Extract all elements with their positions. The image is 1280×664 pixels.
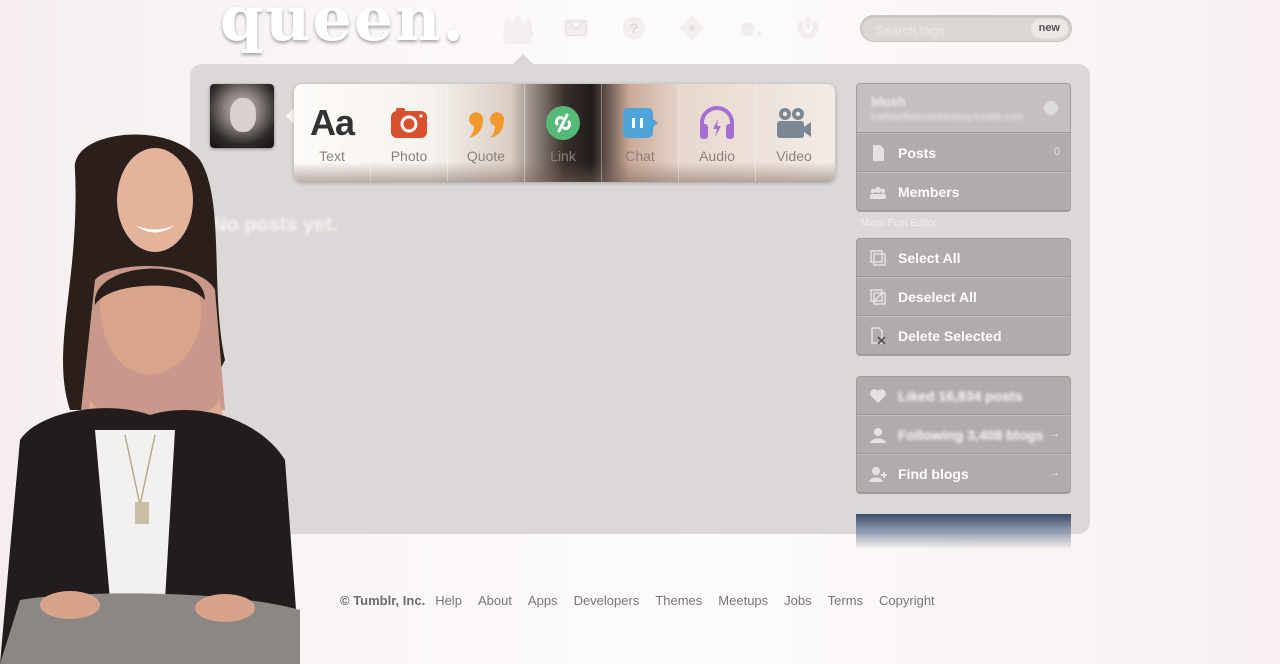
sidebar-item-label: Members (898, 184, 960, 200)
post-type-label: Link (550, 148, 576, 164)
edit-icon[interactable]: e (732, 10, 768, 46)
footer-link-apps[interactable]: Apps (528, 593, 558, 608)
delete-selected-icon (869, 327, 887, 345)
footer-link-themes[interactable]: Themes (655, 593, 702, 608)
top-nav: ? e (500, 10, 826, 46)
post-type-label: Quote (466, 148, 506, 164)
sidebar-item-likes[interactable]: Liked 16,834 posts (857, 377, 1070, 415)
footer-link-copyright[interactable]: Copyright (879, 593, 935, 608)
post-type-audio[interactable]: Audio (679, 84, 756, 182)
post-type-chat[interactable]: Chat (602, 84, 679, 182)
footer-link-help[interactable]: Help (435, 593, 462, 608)
sidebar: blush kathnielforeverthestory.tumblr.com… (856, 83, 1071, 550)
sidebar-item-label: Deselect All (898, 289, 977, 305)
post-type-bar: Aa Text Photo Quote Link Chat Audio Vide… (294, 84, 835, 182)
post-type-text[interactable]: Aa Text (294, 84, 371, 182)
sidebar-item-label: Liked 16,834 posts (898, 388, 1023, 404)
post-type-label: Video (776, 148, 812, 164)
post-type-video[interactable]: Video (756, 84, 832, 182)
gear-icon[interactable] (674, 10, 710, 46)
delete-selected-button[interactable]: Delete Selected (857, 316, 1070, 355)
sidebar-item-label: Posts (898, 145, 937, 161)
help-icon[interactable]: ? (616, 10, 652, 46)
footer-link-about[interactable]: About (478, 593, 512, 608)
sidebar-item-label: Select All (898, 250, 961, 266)
sidebar-item-label: Following 3,408 blogs (898, 427, 1044, 443)
blog-logo[interactable]: queen. (220, 0, 466, 55)
mass-post-editor-caption: Mass Post Editor (861, 218, 937, 229)
new-badge[interactable]: new (1030, 19, 1068, 38)
posts-count: 0 (1053, 146, 1060, 158)
footer-link-meetups[interactable]: Meetups (718, 593, 768, 608)
mail-icon[interactable] (558, 10, 594, 46)
arrow-icon: → (1049, 428, 1060, 440)
account-menu: Liked 16,834 posts Following 3,408 blogs… (856, 376, 1071, 494)
footer-link-jobs[interactable]: Jobs (784, 593, 811, 608)
text-icon: Aa (309, 102, 355, 143)
background-photo (0, 130, 300, 664)
user-icon (869, 426, 887, 444)
video-camera-icon (775, 104, 813, 142)
members-icon (869, 183, 887, 201)
sidebar-banner[interactable] (856, 514, 1071, 550)
deselect-all-button[interactable]: Deselect All (857, 277, 1070, 316)
select-all-icon (869, 249, 887, 267)
post-type-link[interactable]: Link (525, 84, 602, 182)
camera-icon (390, 104, 428, 142)
chat-icon (621, 104, 659, 142)
nav-pointer (513, 54, 533, 64)
post-type-label: Photo (390, 148, 428, 164)
sidebar-item-label: Delete Selected (898, 328, 1002, 344)
footer-link-terms[interactable]: Terms (828, 593, 863, 608)
sidebar-item-following[interactable]: Following 3,408 blogs → (857, 415, 1070, 454)
blog-name: blush (871, 94, 906, 109)
heart-icon (869, 387, 887, 405)
mass-post-editor-menu: Select All Deselect All Delete Selected (856, 238, 1071, 356)
svg-text:?: ? (630, 20, 639, 36)
post-type-label: Audio (699, 148, 735, 164)
sidebar-item-members[interactable]: Members (857, 172, 1070, 211)
add-user-icon (869, 465, 887, 483)
document-icon (869, 144, 887, 162)
select-all-button[interactable]: Select All (857, 239, 1070, 277)
link-icon (545, 104, 581, 142)
blog-settings-icon[interactable] (1044, 101, 1058, 115)
blog-header[interactable]: blush kathnielforeverthestory.tumblr.com (857, 84, 1070, 133)
sidebar-item-posts[interactable]: Posts 0 (857, 133, 1070, 172)
copyright-text: © Tumblr, Inc. (340, 593, 426, 608)
post-type-label: Text (319, 148, 345, 164)
footer-link-developers[interactable]: Developers (574, 593, 640, 608)
post-type-label: Chat (625, 148, 655, 164)
arrow-icon: → (1049, 467, 1060, 479)
sidebar-item-label: Find blogs (898, 466, 969, 482)
blog-menu: blush kathnielforeverthestory.tumblr.com… (856, 83, 1071, 212)
svg-text:e: e (742, 16, 754, 40)
search-input[interactable] (873, 20, 1017, 40)
sidebar-item-find-blogs[interactable]: Find blogs → (857, 454, 1070, 493)
crown-icon[interactable] (500, 10, 536, 46)
headphones-icon (698, 104, 736, 142)
post-type-photo[interactable]: Photo (371, 84, 448, 182)
post-bar-pointer (286, 108, 294, 124)
deselect-all-icon (869, 288, 887, 306)
footer: © Tumblr, Inc. Help About Apps Developer… (340, 593, 935, 608)
post-type-quote[interactable]: Quote (448, 84, 525, 182)
power-icon[interactable] (790, 10, 826, 46)
quote-icon (465, 104, 507, 142)
blog-url: kathnielforeverthestory.tumblr.com (871, 112, 1024, 123)
search-box: new (860, 15, 1072, 42)
